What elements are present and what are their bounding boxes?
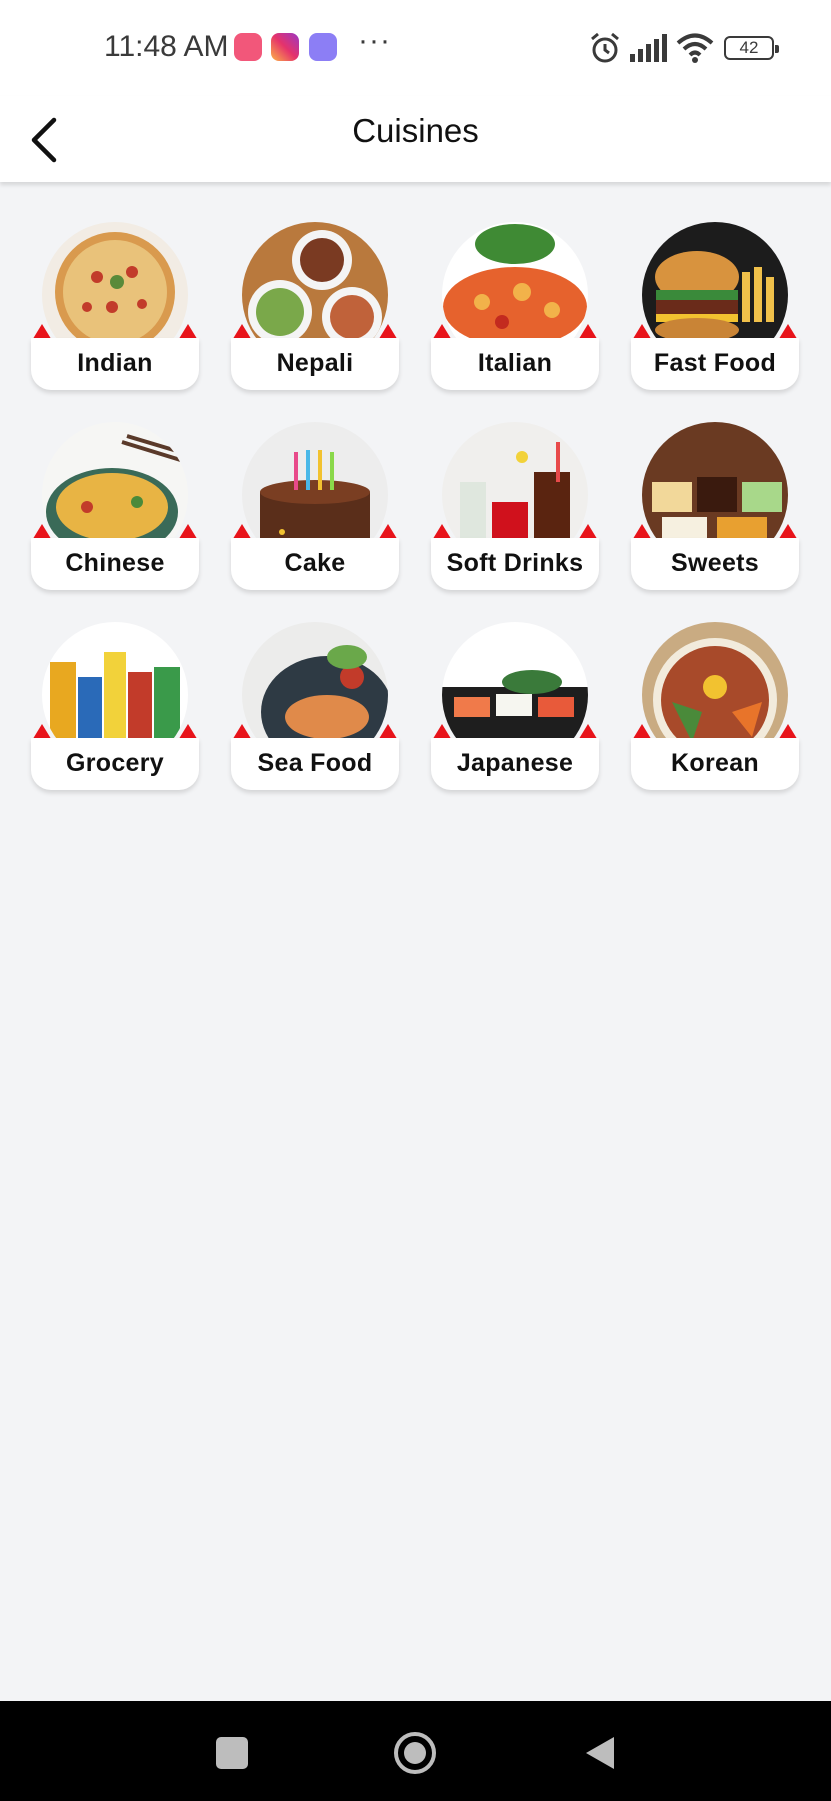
cuisine-label: Soft Drinks (431, 538, 599, 590)
cuisine-tile-korean[interactable]: Korean (631, 622, 799, 790)
wifi-icon (676, 33, 714, 63)
cuisine-tile-indian[interactable]: Indian (31, 222, 199, 390)
more-notifications-icon: ··· (358, 24, 391, 57)
cuisine-label: Nepali (231, 338, 399, 390)
cuisine-label: Indian (31, 338, 199, 390)
cuisine-label: Sea Food (231, 738, 399, 790)
system-nav-bar (0, 1701, 831, 1801)
instagram-icon (271, 33, 299, 61)
cuisine-tile-chinese[interactable]: Chinese (31, 422, 199, 590)
app-notification-icon (234, 33, 262, 61)
home-icon[interactable] (392, 1730, 438, 1776)
cuisine-label: Cake (231, 538, 399, 590)
cuisine-tile-grocery[interactable]: Grocery (31, 622, 199, 790)
cuisine-tile-japanese[interactable]: Japanese (431, 622, 599, 790)
cuisine-label: Korean (631, 738, 799, 790)
cuisine-grid: Indian Nepali Italian Fast Food Chinese … (31, 222, 799, 790)
cuisine-tile-italian[interactable]: Italian (431, 222, 599, 390)
cuisine-tile-fast-food[interactable]: Fast Food (631, 222, 799, 390)
cuisine-tile-sweets[interactable]: Sweets (631, 422, 799, 590)
cuisine-label: Grocery (31, 738, 199, 790)
cuisine-label: Japanese (431, 738, 599, 790)
cuisine-label: Fast Food (631, 338, 799, 390)
page-title: Cuisines (352, 112, 479, 149)
app-bar: Cuisines (0, 96, 831, 182)
battery-icon: 42 (724, 36, 779, 60)
status-bar: 11:48 AM ··· 42 (0, 0, 831, 96)
cuisine-tile-nepali[interactable]: Nepali (231, 222, 399, 390)
signal-icon (630, 34, 667, 62)
status-time: 11:48 AM (104, 30, 229, 63)
cuisine-tile-sea-food[interactable]: Sea Food (231, 622, 399, 790)
cuisine-label: Chinese (31, 538, 199, 590)
cuisine-tile-cake[interactable]: Cake (231, 422, 399, 590)
cuisine-label: Italian (431, 338, 599, 390)
alarm-icon (591, 32, 619, 63)
cuisine-tile-soft-drinks[interactable]: Soft Drinks (431, 422, 599, 590)
recent-apps-icon[interactable] (212, 1733, 252, 1773)
cuisine-label: Sweets (631, 538, 799, 590)
meme-app-icon (309, 33, 337, 61)
back-triangle-icon[interactable] (580, 1733, 620, 1773)
